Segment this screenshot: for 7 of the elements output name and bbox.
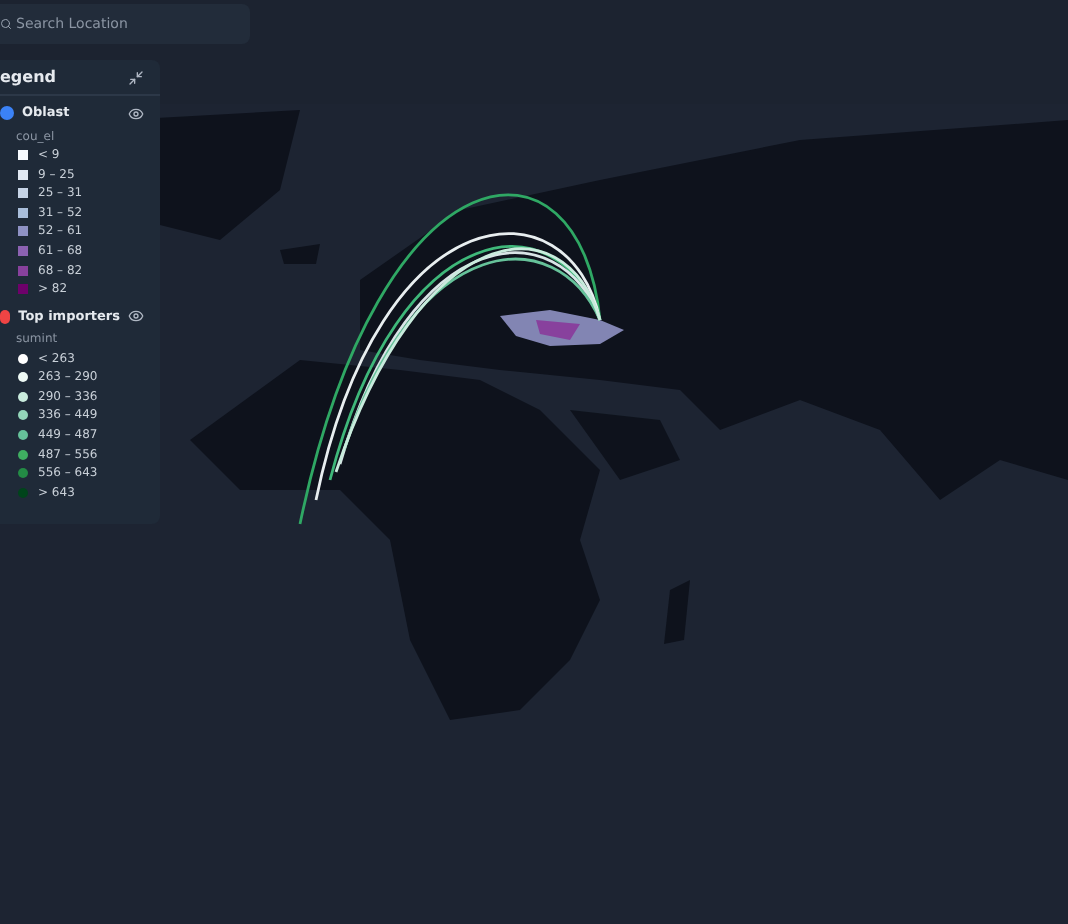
layer-icon (0, 106, 14, 121)
search-icon (0, 18, 12, 30)
collapse-icon[interactable] (128, 70, 144, 86)
layer-icon (0, 309, 11, 324)
visibility-toggle[interactable] (128, 308, 144, 325)
legend-title: egend (0, 66, 56, 90)
visibility-toggle[interactable] (128, 105, 144, 122)
